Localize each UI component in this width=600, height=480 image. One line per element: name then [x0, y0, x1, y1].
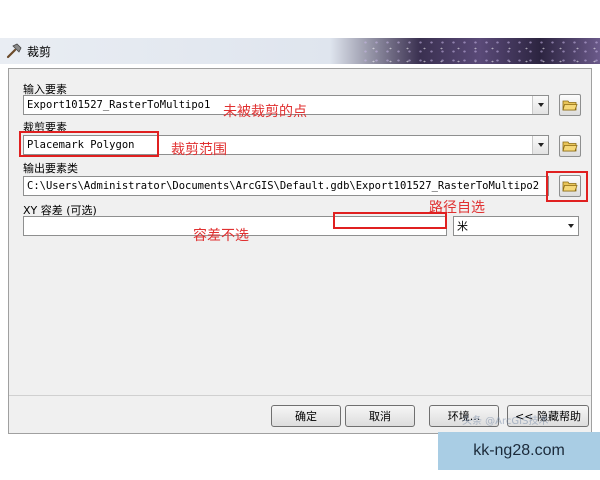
chevron-down-icon	[568, 224, 574, 228]
title-bar-decoration	[360, 38, 600, 64]
folder-open-icon	[562, 100, 578, 111]
output-feature-class-field[interactable]: C:\Users\Administrator\Documents\ArcGIS\…	[23, 176, 549, 196]
highlight-clip-features	[19, 131, 159, 157]
folder-open-icon	[562, 141, 578, 152]
xy-tolerance-unit-select[interactable]: 米	[453, 216, 579, 236]
watermark-url: kk-ng28.com	[473, 442, 565, 459]
annotation-clip: 裁剪范围	[171, 142, 227, 158]
annotation-tolerance: 容差不选	[193, 228, 249, 244]
input-features-value: Export101527_RasterToMultipo1	[27, 99, 211, 111]
highlight-xy-tolerance	[333, 212, 447, 229]
ok-button[interactable]: 确定	[271, 405, 341, 427]
hammer-icon	[6, 43, 22, 59]
button-separator	[9, 395, 591, 396]
input-features-browse-button[interactable]	[559, 94, 581, 116]
window-title: 裁剪	[27, 44, 52, 59]
annotation-input: 未被裁剪的点	[223, 104, 307, 120]
input-features-dropdown[interactable]	[532, 96, 548, 114]
clip-features-dropdown[interactable]	[532, 136, 548, 154]
clip-features-browse-button[interactable]	[559, 135, 581, 157]
watermark-faint-text: 头条 @ArcGIS技术	[462, 416, 549, 427]
cancel-button[interactable]: 取消	[345, 405, 415, 427]
clip-dialog: 输入要素 Export101527_RasterToMultipo1 未被裁剪的…	[8, 68, 592, 434]
output-feature-class-value: C:\Users\Administrator\Documents\ArcGIS\…	[27, 180, 540, 192]
xy-tolerance-unit-value: 米	[457, 220, 468, 233]
watermark-badge: kk-ng28.com	[438, 432, 600, 470]
output-feature-class-label: 输出要素类	[23, 162, 78, 175]
title-bar[interactable]: 裁剪	[0, 38, 600, 64]
highlight-output-browse	[546, 171, 588, 202]
